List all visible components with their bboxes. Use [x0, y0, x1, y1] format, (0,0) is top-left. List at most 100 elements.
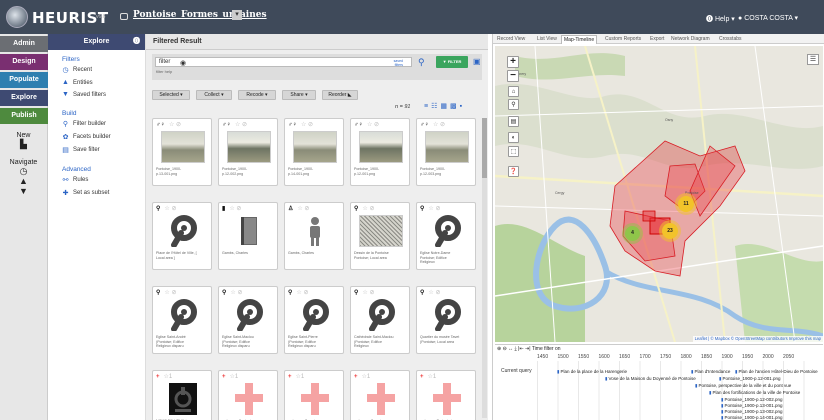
result-card[interactable]: ♂♀ ☆ ⊘ Pontoise_1900- p.14-001.png — [284, 118, 344, 186]
result-card[interactable]: ⚲ ☆ ⊘ Eglise Notre-Dame Pontoise; Edifice … — [416, 202, 476, 270]
bookmark-icon[interactable]: ☆1 — [296, 374, 305, 380]
explore-item-facets-builder[interactable]: ✿ Facets builder — [62, 133, 145, 141]
timeline-event[interactable]: Plan d'Intendance — [691, 369, 730, 375]
bookmark-icon[interactable]: ☆ ⊘ — [362, 206, 374, 212]
menu-design-button[interactable]: Design — [0, 54, 48, 70]
action-recode-button[interactable]: Recode ▾ — [238, 90, 276, 100]
home-icon[interactable]: ⌂ — [508, 86, 519, 97]
bookmark-icon[interactable]: ☆ ⊘ — [367, 122, 379, 128]
tab-map-timeline[interactable]: Map-Timeline — [561, 35, 598, 44]
menu-publish-button[interactable]: Publish — [0, 108, 48, 124]
result-card[interactable]: ⚲ ☆ ⊘ Eglise Saint-Maclou (Pontoise; Edifi… — [218, 286, 278, 354]
explore-item-filter-builder[interactable]: ⚲ Filter builder — [62, 120, 145, 128]
result-card[interactable]: ♂♀ ☆ ⊘ Pontoise_1900- p.12-001.png — [350, 118, 410, 186]
result-card[interactable]: ⚲ ☆ ⊘ Cathédrale Saint-Maclou (Pontoise; E… — [350, 286, 410, 354]
timeline-event[interactable]: Pontoise, perspective de la ville et du … — [695, 383, 791, 389]
help-icon[interactable]: ⓿ — [133, 34, 140, 50]
search-icon[interactable]: ⚲ — [508, 99, 519, 110]
print-icon[interactable]: ▤ — [508, 116, 519, 127]
timeline-event[interactable]: Vose de la Maison du Doyenné de Pontoise — [605, 376, 695, 382]
bookmark-icon[interactable]: ☆1 — [428, 374, 437, 380]
result-card[interactable]: +☆1webpage: Overview — [284, 370, 344, 420]
filter-input[interactable]: filter ◉ saved filters — [155, 57, 412, 67]
explore-item-recent[interactable]: ◷ Recent — [62, 66, 145, 74]
bookmark-icon[interactable]: ☆ ⊘ — [296, 290, 308, 296]
map-attribution[interactable]: Leaflet | © Mapbox © OpenStreetMap contr… — [692, 336, 823, 342]
tab-list-view[interactable]: List View — [535, 35, 559, 44]
bookmark-icon[interactable]: ☆ ⊘ — [362, 290, 374, 296]
result-card[interactable]: ⚲ ☆ ⊘ Quartier du musée Tavet (Pontoise; L… — [416, 286, 476, 354]
result-card[interactable]: ♂♀ ☆ ⊘ Pontoise_1900- p.12-002.png — [218, 118, 278, 186]
timeline-controls[interactable]: ⊕ ⊖ ↔ ⤓ |⇤ ⇥| Time filter on — [497, 346, 561, 352]
result-card[interactable]: ⚲ ☆ ⊘ Eglise Saint-Pierre (Pontoise; Edifi… — [284, 286, 344, 354]
info-icon[interactable]: ❓ — [508, 166, 519, 177]
search-options-icon[interactable]: ⚲ — [418, 57, 425, 68]
filter-help-link[interactable]: filter help — [156, 69, 172, 74]
map[interactable]: Ennery Osny Pontoise Cergy 11 4 23 + − ⌂… — [495, 46, 823, 342]
timeline-event[interactable]: Pontoise_1900-p.12-001.png — [719, 376, 780, 382]
result-card[interactable]: ♂♀ ☆ ⊘ Pontoise_1900- p.12-003.png — [416, 118, 476, 186]
bookmark-icon[interactable]: ☆ ⊘ — [235, 122, 247, 128]
saved-filters-hint[interactable]: saved filters — [394, 59, 403, 67]
bookmark-icon[interactable]: ☆ ⊘ — [229, 206, 241, 212]
result-card[interactable]: +☆1webpage: Overview (Projet description… — [350, 370, 410, 420]
explore-item-entities[interactable]: ▲ Entities — [62, 79, 145, 86]
select-icon[interactable]: ⬚ — [508, 146, 519, 157]
filter-button[interactable]: ▼ FILTER — [436, 56, 468, 68]
explore-item-saved-filters[interactable]: ▼ Saved filters — [62, 91, 145, 98]
result-card[interactable]: +☆1webpage: Contacts — [218, 370, 278, 420]
explore-item-set-as-subset[interactable]: ✚ Set as subset — [62, 189, 145, 197]
help-menu[interactable]: ⓿ Help ▾ — [706, 14, 735, 24]
tab-crosstabs[interactable]: Crosstabs — [717, 35, 744, 44]
zoom-out-button[interactable]: − — [507, 70, 519, 82]
bookmark-icon[interactable]: ☆1 — [230, 374, 239, 380]
tab-network-diagram[interactable]: Network Diagram — [669, 35, 712, 44]
result-card[interactable]: ⚲ ☆ ⊘ Eglise Saint-André (Pontoise; Edific… — [152, 286, 212, 354]
result-card[interactable]: ⚲ ☆ ⊘ Place de l'Hôtel de Ville, [ Local a… — [152, 202, 212, 270]
bookmark-icon[interactable]: ☆1 — [362, 374, 371, 380]
draw-icon[interactable]: ◐ — [508, 132, 519, 143]
entities-icon[interactable]: ▲ — [0, 176, 47, 186]
bookmark-icon[interactable]: ☆ ⊘ — [428, 206, 440, 212]
view-mode-icons[interactable]: ≡☷▦▩▪ — [424, 102, 465, 110]
bookmark-icon[interactable]: ☆ ⊘ — [433, 122, 445, 128]
database-dropdown-button[interactable]: ▾ — [232, 10, 242, 20]
bookmark-icon[interactable]: ☆ ⊘ — [230, 290, 242, 296]
action-collect-button[interactable]: Collect ▾ — [196, 90, 232, 100]
explore-item-save-filter[interactable]: ▤ Save filter — [62, 146, 145, 154]
result-card[interactable]: +☆1NOMS DE LIEUX à scanner nappe hand Ma… — [152, 370, 212, 420]
bookmark-icon[interactable]: ☆ ⊘ — [297, 206, 309, 212]
tab-custom-reports[interactable]: Custom Reports — [603, 35, 643, 44]
database-name-link[interactable]: Pontoise_Formes_urbaines — [133, 10, 267, 20]
bookmark-icon[interactable]: ☆ ⊘ — [428, 290, 440, 296]
eye-icon[interactable]: ◉ — [180, 59, 186, 68]
bookmark-icon[interactable]: ☆1 — [164, 374, 173, 380]
tab-record-view[interactable]: Record View — [495, 35, 527, 44]
timeline-event[interactable]: Plan de l'ancien Hôtel-Dieu de Pontoise — [735, 369, 817, 375]
result-card[interactable]: ▮ ☆ ⊘ Gambs, Charles — [218, 202, 278, 270]
result-card[interactable]: ♙ ☆ ⊘ Gambs, Charles — [284, 202, 344, 270]
layers-icon[interactable]: ☰ — [807, 54, 819, 65]
saved-filters-icon[interactable]: ▼ — [0, 186, 47, 196]
menu-explore-button[interactable]: Explore — [0, 90, 48, 106]
result-card[interactable]: ♂♀ ☆ ⊘ Pontoise_1900- p.13-001.png — [152, 118, 212, 186]
zoom-in-button[interactable]: + — [507, 56, 519, 68]
explore-item-rules[interactable]: ⚯ Rules — [62, 176, 145, 184]
menu-populate-button[interactable]: Populate — [0, 72, 48, 88]
action-reorder-button[interactable]: Reorder ◣ — [322, 90, 358, 100]
save-filter-icon[interactable]: ▣ — [473, 57, 481, 66]
timeline-event[interactable]: Plan des fortifications de la ville de P… — [709, 390, 800, 396]
bookmark-icon[interactable]: ☆ ⊘ — [164, 290, 176, 296]
time-filter-toggle[interactable]: Time filter on — [532, 346, 561, 352]
user-menu[interactable]: ● COSTA COSTA ▾ — [738, 14, 798, 22]
bookmark-icon[interactable]: ☆ ⊘ — [301, 122, 313, 128]
bookmark-icon[interactable]: ☆ ⊘ — [169, 122, 181, 128]
bookmark-icon[interactable]: ☆ ⊘ — [164, 206, 176, 212]
tab-export[interactable]: Export — [648, 35, 666, 44]
result-scrollbar[interactable] — [482, 118, 487, 418]
timeline-event[interactable]: Pontoise_1900-p.14-001.png — [721, 415, 782, 420]
recent-icon[interactable]: ◷ — [0, 166, 47, 176]
new-record-icon[interactable]: ▙ — [0, 139, 47, 149]
timeline-event[interactable]: Plan de la place de la Harengerie — [557, 369, 627, 375]
map-cluster-marker[interactable]: 4 — [625, 226, 640, 241]
